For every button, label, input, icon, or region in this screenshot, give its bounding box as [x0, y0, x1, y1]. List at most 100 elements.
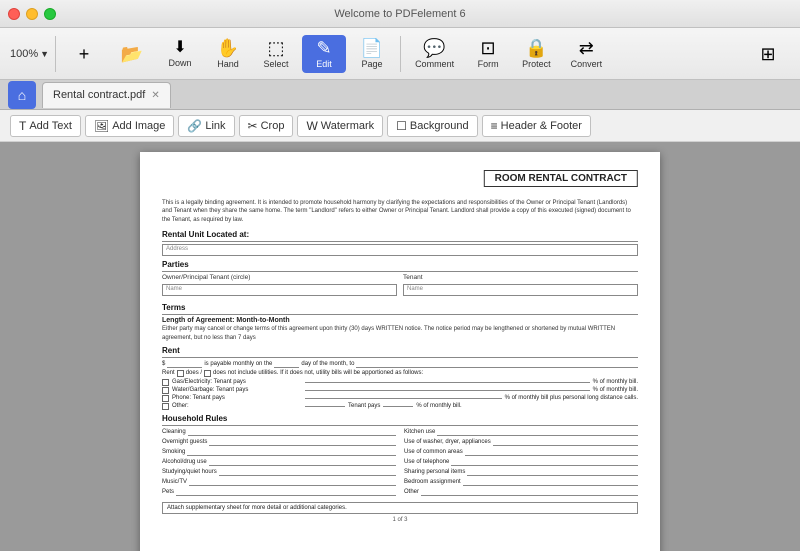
tool-edit[interactable]: ✎ Edit	[302, 35, 346, 73]
sharing-line[interactable]	[467, 468, 638, 476]
tab-close-button[interactable]: ✕	[151, 90, 159, 101]
zoom-area: 100% ▼	[10, 48, 49, 60]
intro-text: This is a legally binding agreement. It …	[162, 199, 638, 224]
document-tab[interactable]: Rental contract.pdf ✕	[42, 82, 171, 108]
includes-cb[interactable]	[177, 370, 184, 377]
address-field[interactable]: Address	[162, 244, 638, 256]
cleaning-line[interactable]	[188, 428, 396, 436]
alcohol-line[interactable]	[209, 458, 396, 466]
rent-day-text: day of the month, to	[301, 361, 354, 367]
down-icon: ⬇	[173, 40, 186, 56]
tool-hand[interactable]: ✋ Hand	[206, 35, 250, 73]
tool-form[interactable]: ⊡ Form	[466, 35, 510, 73]
washer-label: Use of washer, dryer, appliances	[404, 439, 491, 445]
pets-line[interactable]	[176, 488, 396, 496]
phone-line[interactable]	[305, 398, 502, 399]
kitchen-line[interactable]	[437, 428, 638, 436]
household-grid: Cleaning Kitchen use Overnight guests Us…	[162, 428, 638, 496]
rental-unit-header: Rental Unit Located at:	[162, 230, 638, 239]
edit-label: Edit	[316, 59, 332, 69]
cleaning-label: Cleaning	[162, 429, 186, 435]
tool-select[interactable]: ⬚ Select	[254, 35, 298, 73]
tool-page[interactable]: 📄 Page	[350, 35, 394, 73]
guests-line[interactable]	[209, 438, 396, 446]
hh-row-guests: Overnight guests	[162, 438, 396, 446]
water-line[interactable]	[305, 390, 590, 391]
convert-icon: ⇄	[579, 39, 594, 57]
tool-new[interactable]: +	[62, 41, 106, 67]
tool-comment[interactable]: 💬 Comment	[407, 35, 462, 73]
household-header: Household Rules	[162, 414, 638, 423]
tool-down[interactable]: ⬇ Down	[158, 36, 202, 72]
tenant-name-field[interactable]: Name	[403, 284, 638, 296]
select-label: Select	[264, 59, 289, 69]
link-button[interactable]: 🔗 Link	[178, 115, 234, 137]
common-label: Use of common areas	[404, 449, 463, 455]
gas-line[interactable]	[305, 382, 590, 383]
header-footer-button[interactable]: ≡ Header & Footer	[482, 115, 591, 137]
utility-rows: Gas/Electricity: Tenant pays % of monthl…	[162, 379, 638, 410]
background-button[interactable]: ☐ Background	[387, 115, 477, 137]
utility-row-water: Water/Garbage: Tenant pays % of monthly …	[162, 387, 638, 394]
tab-filename: Rental contract.pdf	[53, 89, 145, 101]
add-text-button[interactable]: T Add Text	[10, 115, 81, 137]
header-footer-label: Header & Footer	[501, 120, 582, 132]
utility-row-phone: Phone: Tenant pays % of monthly bill plu…	[162, 395, 638, 402]
home-button[interactable]: ⌂	[8, 81, 36, 109]
rent-amount-field[interactable]	[167, 360, 202, 368]
phone-label: Phone: Tenant pays	[172, 395, 302, 401]
rent-payee-field[interactable]	[356, 360, 638, 368]
toolbar-divider	[55, 36, 56, 72]
maximize-button[interactable]	[44, 8, 56, 20]
tool-convert[interactable]: ⇄ Convert	[563, 35, 611, 73]
tool-open[interactable]: 📂	[110, 41, 154, 67]
rent-header: Rent	[162, 346, 638, 355]
gas-cb[interactable]	[162, 379, 169, 386]
other-label: Other:	[172, 403, 302, 409]
parties-section: Parties Owner/Principal Tenant (circle) …	[162, 260, 638, 299]
other-cb[interactable]	[162, 403, 169, 410]
household-section: Household Rules Cleaning Kitchen use Ove…	[162, 414, 638, 496]
water-cb[interactable]	[162, 387, 169, 394]
link-icon: 🔗	[187, 119, 202, 133]
zoom-dropdown-icon[interactable]: ▼	[40, 49, 49, 59]
minimize-button[interactable]	[26, 8, 38, 20]
rental-unit-section: Rental Unit Located at: Address	[162, 230, 638, 256]
telephone-line[interactable]	[451, 458, 638, 466]
owner-name-field[interactable]: Name	[162, 284, 397, 296]
add-text-icon: T	[19, 119, 26, 133]
background-icon: ☐	[396, 119, 407, 133]
hh-row-cleaning: Cleaning	[162, 428, 396, 436]
terms-body: Either party may cancel or change terms …	[162, 325, 638, 342]
watermark-button[interactable]: W Watermark	[297, 115, 383, 137]
sharing-label: Sharing personal items	[404, 469, 465, 475]
common-line[interactable]	[465, 448, 638, 456]
main-toolbar: 100% ▼ + 📂 ⬇ Down ✋ Hand ⬚ Select ✎ Edit…	[0, 28, 800, 80]
home-icon: ⌂	[18, 87, 26, 103]
new-icon: +	[79, 45, 90, 63]
crop-button[interactable]: ✂ Crop	[239, 115, 294, 137]
add-image-button[interactable]: 🖼 Add Image	[85, 115, 174, 137]
smoking-line[interactable]	[187, 448, 396, 456]
phone-cb[interactable]	[162, 395, 169, 402]
other-pct: % of monthly bill.	[416, 403, 461, 409]
bedroom-line[interactable]	[463, 478, 638, 486]
tool-protect[interactable]: 🔒 Protect	[514, 35, 559, 73]
not-includes-cb[interactable]	[204, 370, 211, 377]
tab-bar: ⌂ Rental contract.pdf ✕	[0, 80, 800, 110]
main-content-area: ROOM RENTAL CONTRACT This is a legally b…	[0, 142, 800, 551]
gas-label: Gas/Electricity: Tenant pays	[172, 379, 302, 385]
rent-day-field[interactable]	[274, 360, 299, 368]
other-line2[interactable]	[383, 406, 413, 407]
other-hh-line[interactable]	[421, 488, 638, 496]
bedroom-label: Bedroom assignment	[404, 479, 461, 485]
other-line1[interactable]	[305, 406, 345, 407]
washer-line[interactable]	[493, 438, 638, 446]
quiet-line[interactable]	[219, 468, 396, 476]
add-image-label: Add Image	[112, 120, 165, 132]
tool-more[interactable]: ⊞	[746, 41, 790, 67]
music-line[interactable]	[189, 478, 396, 486]
crop-label: Crop	[261, 120, 285, 132]
hh-row-washer: Use of washer, dryer, appliances	[404, 438, 638, 446]
close-button[interactable]	[8, 8, 20, 20]
